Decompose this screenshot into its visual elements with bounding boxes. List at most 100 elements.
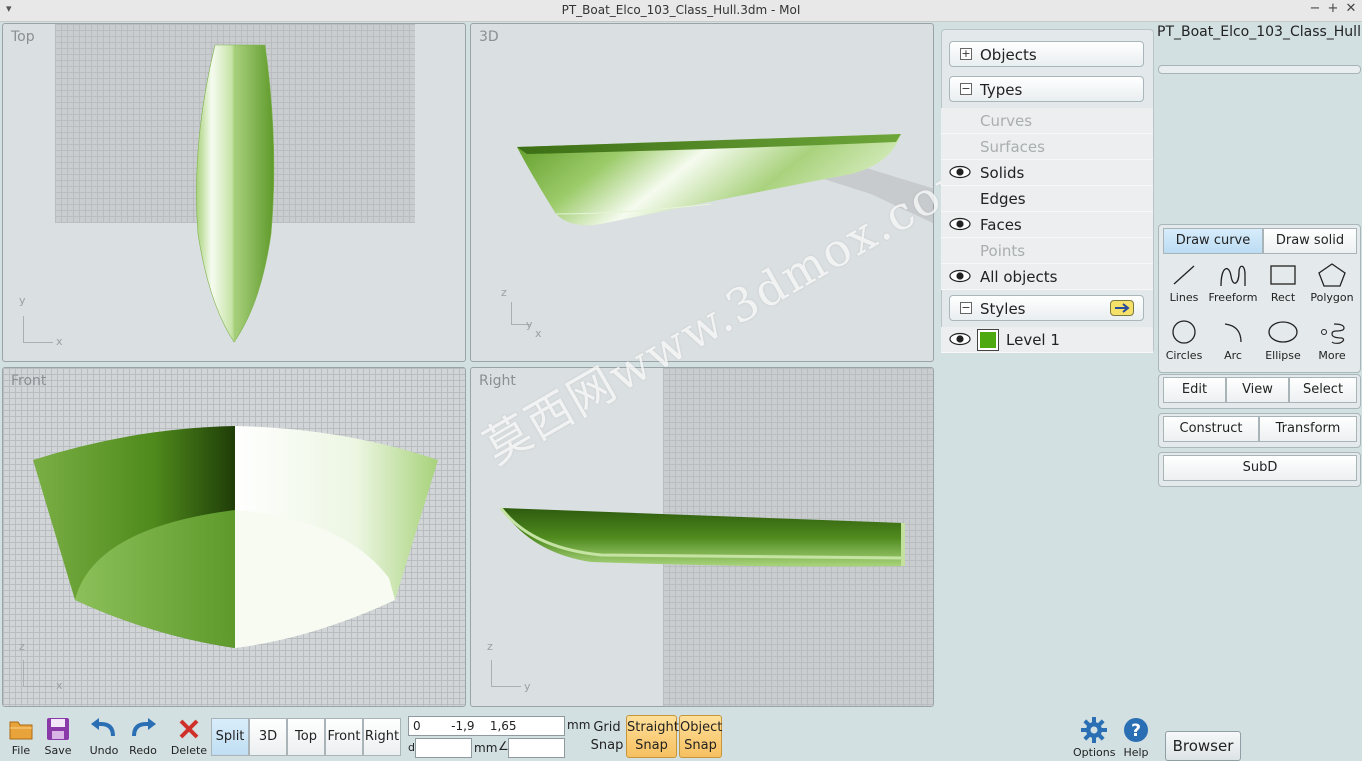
axis-label: z: [501, 286, 507, 299]
rect-tool[interactable]: Rect: [1258, 262, 1308, 318]
straight-snap-label: Snap: [635, 738, 668, 753]
object-snap-label: Snap: [684, 738, 717, 753]
type-row[interactable]: Solids: [941, 160, 1153, 186]
viewport-top[interactable]: Top y x: [2, 23, 466, 362]
circle-icon: [1172, 320, 1196, 344]
tool-label: Freeform: [1208, 291, 1258, 304]
save-button[interactable]: Save: [37, 716, 79, 761]
undo-arrow-icon: [91, 718, 115, 737]
lines-tool[interactable]: Lines: [1159, 262, 1209, 318]
eye-icon[interactable]: [949, 165, 971, 179]
level-color-swatch[interactable]: [977, 329, 999, 351]
options-button[interactable]: Options: [1073, 716, 1115, 761]
subd-button[interactable]: SubD: [1163, 455, 1357, 481]
close-icon[interactable]: ✕: [1343, 1, 1359, 16]
level-row[interactable]: Level 1: [941, 327, 1153, 353]
grid-snap-label: Snap: [590, 738, 624, 753]
browser-button[interactable]: Browser: [1165, 731, 1241, 761]
styles-label: Styles: [980, 300, 1026, 318]
select-button[interactable]: Select: [1289, 377, 1357, 403]
file-button[interactable]: File: [0, 716, 42, 761]
eye-icon[interactable]: [949, 269, 971, 283]
help-button[interactable]: ? Help: [1115, 716, 1157, 761]
freeform-tool[interactable]: Freeform: [1208, 262, 1258, 318]
tool-label: Rect: [1270, 291, 1296, 304]
ellipse-tool[interactable]: Ellipse: [1258, 318, 1308, 374]
level-label: Level 1: [1006, 331, 1060, 349]
delete-button[interactable]: Delete: [168, 716, 210, 761]
eye-icon[interactable]: [949, 217, 971, 231]
view-mode-front[interactable]: Front: [325, 718, 363, 756]
ellipse-icon: [1268, 321, 1298, 343]
spiral-icon: [1321, 323, 1345, 344]
undo-button[interactable]: Undo: [83, 716, 125, 761]
axis-label: y: [526, 318, 533, 331]
construct-button[interactable]: Construct: [1163, 416, 1259, 442]
floppy-disk-icon: [47, 718, 69, 740]
help-question-icon: ?: [1124, 718, 1148, 742]
coordinate-input[interactable]: 0 -1,9 1,65: [408, 716, 565, 736]
distance-label: d: [408, 741, 415, 754]
svg-text:?: ?: [1131, 721, 1141, 741]
collapse-icon[interactable]: −: [960, 302, 972, 314]
rectangle-icon: [1270, 265, 1296, 285]
straight-snap-label: Straight: [627, 720, 679, 735]
type-label: Edges: [980, 190, 1026, 208]
folder-icon: [9, 721, 33, 740]
objects-label: Objects: [980, 46, 1037, 64]
transform-button[interactable]: Transform: [1259, 416, 1357, 442]
viewport-front[interactable]: Front z x: [2, 367, 466, 707]
maximize-icon[interactable]: +: [1325, 1, 1341, 16]
object-snap-toggle[interactable]: Object Snap: [679, 715, 722, 758]
type-label: Points: [980, 242, 1026, 260]
line-icon: [1173, 265, 1195, 285]
type-label: Curves: [980, 112, 1033, 130]
tool-label: Ellipse: [1265, 349, 1301, 362]
hull-top-view: [196, 44, 275, 343]
polygon-tool[interactable]: Polygon: [1307, 262, 1357, 318]
type-row[interactable]: Faces: [941, 212, 1153, 238]
eye-icon[interactable]: [949, 332, 971, 346]
objects-section-header[interactable]: + Objects: [949, 41, 1144, 67]
collapse-icon[interactable]: −: [960, 83, 972, 95]
help-label: Help: [1123, 746, 1149, 759]
view-mode-right[interactable]: Right: [363, 718, 401, 756]
minimize-icon[interactable]: −: [1307, 1, 1323, 16]
freeform-curve-icon: [1220, 265, 1246, 287]
angle-input[interactable]: [508, 738, 565, 758]
type-row[interactable]: Curves: [941, 108, 1153, 134]
straight-snap-toggle[interactable]: Straight Snap: [626, 715, 679, 758]
arc-tool[interactable]: Arc: [1208, 318, 1258, 374]
more-tool[interactable]: More: [1307, 318, 1357, 374]
type-label: All objects: [980, 268, 1058, 286]
distance-input[interactable]: [415, 738, 472, 758]
edit-button[interactable]: Edit: [1163, 377, 1226, 403]
axis-label: z: [19, 640, 25, 653]
distance-unit: mm: [474, 741, 498, 755]
type-row[interactable]: All objects: [941, 264, 1153, 290]
styles-arrow-icon[interactable]: [1110, 300, 1134, 316]
grid-snap-toggle[interactable]: Grid Snap: [588, 719, 626, 755]
type-row[interactable]: Points: [941, 238, 1153, 264]
tool-label: Polygon: [1310, 291, 1354, 304]
circles-tool[interactable]: Circles: [1159, 318, 1209, 374]
object-snap-label: Object: [680, 720, 723, 735]
type-row[interactable]: Edges: [941, 186, 1153, 212]
expand-icon[interactable]: +: [960, 48, 972, 60]
redo-arrow-icon: [132, 718, 156, 737]
title-bar: ▾ PT_Boat_Elco_103_Class_Hull.3dm - MoI …: [0, 0, 1362, 22]
view-button[interactable]: View: [1226, 377, 1289, 403]
types-section-header[interactable]: − Types: [949, 76, 1144, 102]
styles-section-header[interactable]: − Styles: [949, 295, 1144, 321]
undo-label: Undo: [89, 744, 119, 757]
tool-label: More: [1318, 349, 1346, 362]
view-mode-top[interactable]: Top: [287, 718, 325, 756]
view-mode-3d[interactable]: 3D: [249, 718, 287, 756]
type-row[interactable]: Surfaces: [941, 134, 1153, 160]
axis-label: x: [535, 327, 542, 340]
draw-solid-tab[interactable]: Draw solid: [1263, 228, 1357, 254]
tool-label: Arc: [1224, 349, 1242, 362]
draw-curve-tab[interactable]: Draw curve: [1163, 228, 1263, 254]
view-mode-split[interactable]: Split: [211, 718, 249, 756]
redo-button[interactable]: Redo: [122, 716, 164, 761]
